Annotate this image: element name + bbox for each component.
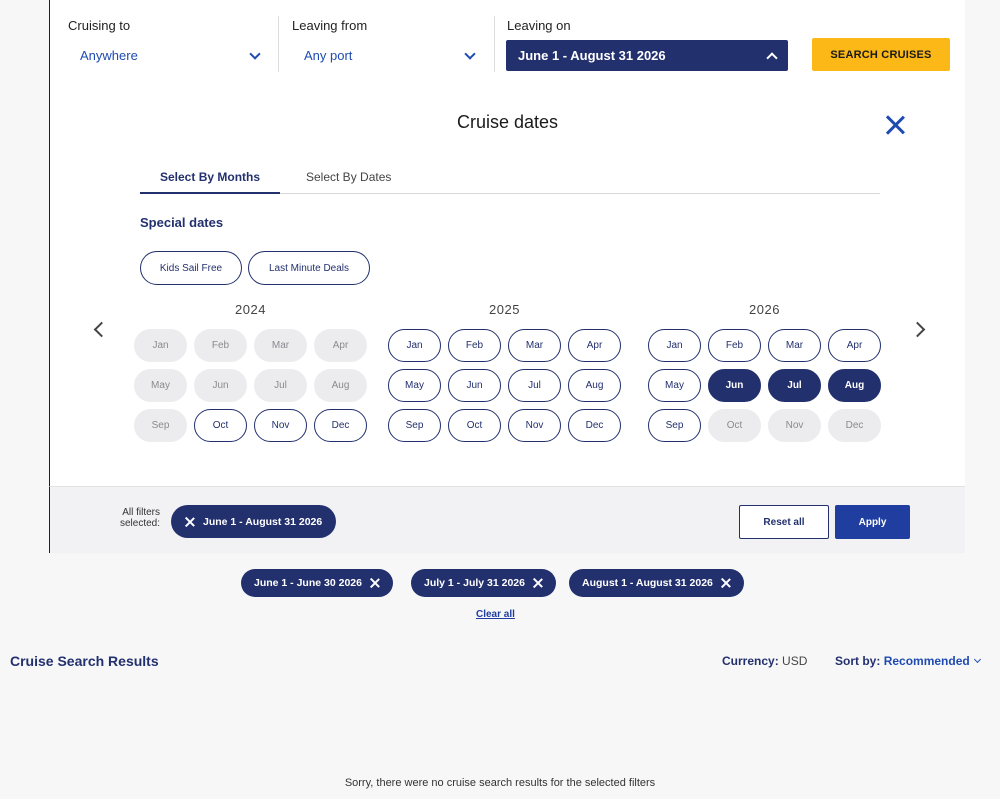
chevron-left-icon[interactable] [93,321,110,338]
special-dates-title: Special dates [140,215,224,230]
sort-by-dropdown[interactable]: Sort by: Recommended [835,654,981,668]
month-jun-2025[interactable]: Jun [448,369,501,402]
currency-label: Currency: [722,654,779,668]
month-dec-2026: Dec [828,409,881,442]
year-label: 2024 [235,302,266,317]
month-jun-2024: Jun [194,369,247,402]
cruising-to-value: Anywhere [80,48,138,63]
close-icon[interactable] [533,578,543,588]
chevron-down-icon [249,47,261,60]
month-apr-2026[interactable]: Apr [828,329,881,362]
month-jun-2026[interactable]: Jun [708,369,761,402]
month-feb-2025[interactable]: Feb [448,329,501,362]
reset-all-button[interactable]: Reset all [739,505,829,539]
kids-sail-free-button[interactable]: Kids Sail Free [140,251,242,285]
search-cruises-button[interactable]: SEARCH CRUISES [812,38,950,71]
close-icon[interactable] [884,114,906,136]
month-jan-2025[interactable]: Jan [388,329,441,362]
chip-label: June 1 - June 30 2026 [254,577,362,589]
leaving-from-field: Leaving from Any port [279,0,494,86]
month-mar-2025[interactable]: Mar [508,329,561,362]
apply-button[interactable]: Apply [835,505,910,539]
close-icon[interactable] [721,578,731,588]
chip-label: June 1 - August 31 2026 [203,515,323,528]
month-jan-2024: Jan [134,329,187,362]
cruising-to-field: Cruising to Anywhere [50,0,278,86]
currency-value: USD [782,654,808,668]
year-label: 2025 [489,302,520,317]
month-sep-2024: Sep [134,409,187,442]
currency-display: Currency: USD [722,654,807,668]
leaving-from-value: Any port [304,48,353,63]
leaving-from-label: Leaving from [292,18,368,33]
chevron-down-icon [973,655,981,664]
month-jul-2026[interactable]: Jul [768,369,821,402]
active-filter-chip[interactable]: June 1 - June 30 2026 [241,569,393,597]
month-nov-2026: Nov [768,409,821,442]
month-oct-2025[interactable]: Oct [448,409,501,442]
month-feb-2026[interactable]: Feb [708,329,761,362]
last-minute-deals-button[interactable]: Last Minute Deals [248,251,370,285]
month-jul-2025[interactable]: Jul [508,369,561,402]
date-mode-tabs: Select By Months Select By Dates [140,164,880,194]
search-bar: Cruising to Anywhere Leaving from Any po… [49,0,965,86]
month-feb-2024: Feb [194,329,247,362]
month-apr-2024: Apr [314,329,367,362]
all-filters-label: All filters selected: [119,507,160,529]
selected-filter-chip[interactable]: June 1 - August 31 2026 [171,505,337,538]
panel-title: Cruise dates [456,112,559,132]
month-aug-2025[interactable]: Aug [568,369,621,402]
active-filter-chip[interactable]: July 1 - July 31 2026 [411,569,556,597]
leaving-on-select[interactable]: June 1 - August 31 2026 [506,40,788,71]
results-title: Cruise Search Results [10,653,159,669]
month-jan-2026[interactable]: Jan [648,329,701,362]
month-oct-2026: Oct [708,409,761,442]
clear-all-link[interactable]: Clear all [476,609,515,620]
sort-label: Sort by: [835,654,881,668]
month-nov-2025[interactable]: Nov [508,409,561,442]
chevron-right-icon[interactable] [909,321,926,338]
year-label: 2026 [749,302,780,317]
chip-label: July 1 - July 31 2026 [424,577,525,589]
sort-value: Recommended [883,654,970,668]
month-aug-2026[interactable]: Aug [828,369,881,402]
leaving-on-field: Leaving on June 1 - August 31 2026 [495,0,795,86]
month-aug-2024: Aug [314,369,367,402]
month-sep-2025[interactable]: Sep [388,409,441,442]
filter-bar: All filters selected: June 1 - August 31… [49,486,965,553]
month-mar-2024: Mar [254,329,307,362]
cruising-to-select[interactable]: Anywhere [68,40,271,71]
close-icon[interactable] [185,517,195,527]
month-dec-2025[interactable]: Dec [568,409,621,442]
close-icon[interactable] [370,578,380,588]
leaving-on-label: Leaving on [507,18,571,33]
month-may-2025[interactable]: May [388,369,441,402]
active-filter-chip[interactable]: August 1 - August 31 2026 [569,569,744,597]
tab-select-by-dates[interactable]: Select By Dates [306,170,391,184]
month-may-2024: May [134,369,187,402]
tab-select-by-months[interactable]: Select By Months [160,170,260,184]
no-results-message: Sorry, there were no cruise search resul… [344,777,656,789]
month-may-2026[interactable]: May [648,369,701,402]
month-nov-2024[interactable]: Nov [254,409,307,442]
month-jul-2024: Jul [254,369,307,402]
cruising-to-label: Cruising to [68,18,131,33]
month-mar-2026[interactable]: Mar [768,329,821,362]
leaving-on-value: June 1 - August 31 2026 [518,48,666,63]
tab-underline [140,192,280,194]
chevron-down-icon [464,47,476,60]
month-dec-2024[interactable]: Dec [314,409,367,442]
month-sep-2026[interactable]: Sep [648,409,701,442]
chip-label: August 1 - August 31 2026 [582,577,713,589]
cruise-dates-panel: Cruise dates Select By Months Select By … [49,86,965,486]
month-oct-2024[interactable]: Oct [194,409,247,442]
leaving-from-select[interactable]: Any port [292,40,486,71]
chevron-up-icon [766,51,778,64]
month-apr-2025[interactable]: Apr [568,329,621,362]
